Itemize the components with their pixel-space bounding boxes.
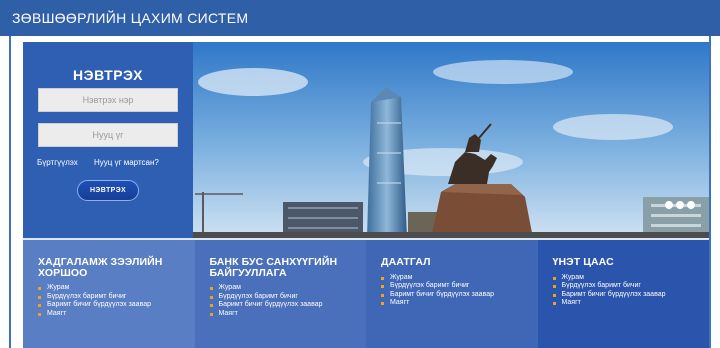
category-title: ДААТГАЛ	[381, 257, 538, 268]
list-item-label: Баримт бичиг бүрдүүлэх заавар	[47, 301, 151, 309]
square-bullet-icon	[38, 287, 41, 290]
list-item[interactable]: Журам	[381, 274, 538, 283]
slider-dot-icon[interactable]	[687, 201, 695, 209]
category-title-line: БАЙГУУЛЛАГА	[209, 266, 287, 279]
list-item-label: Журам	[561, 273, 584, 281]
hero-banner-image	[193, 42, 709, 238]
list-item[interactable]: Журам	[38, 284, 195, 293]
square-bullet-icon	[552, 276, 556, 280]
square-bullet-icon	[552, 285, 556, 289]
list-item-label: Журам	[218, 284, 241, 291]
category-insurance: ДААТГАЛ Журам Бүрдүүлэх баримт бичиг Бар…	[366, 240, 538, 348]
list-item[interactable]: Баримт бичиг бүрдүүлэх заавар	[209, 301, 367, 310]
list-item-label: Журам	[390, 273, 413, 281]
category-title: ХАДГАЛАМЖ ЗЭЭЛИЙН ХОРШОО	[38, 257, 195, 278]
list-item[interactable]: Маягт	[209, 309, 367, 319]
category-links: Журам Бүрдүүлэх баримт бичиг Баримт бичи…	[38, 284, 195, 318]
category-savings-credit-coop: ХАДГАЛАМЖ ЗЭЭЛИЙН ХОРШОО Журам Бүрдүүлэх…	[23, 240, 195, 348]
slider-dot-icon[interactable]	[665, 201, 673, 209]
list-item[interactable]: Бүрдүүлэх баримт бичиг	[381, 282, 538, 291]
list-item[interactable]: Баримт бичиг бүрдүүлэх заавар	[381, 291, 538, 300]
city-photo	[193, 42, 709, 238]
list-item[interactable]: Баримт бичиг бүрдүүлэх заавар	[552, 290, 710, 300]
list-item[interactable]: Бүрдүүлэх баримт бичиг	[38, 293, 195, 302]
list-item[interactable]: Журам	[209, 284, 367, 293]
category-title-line: ХОРШОО	[38, 266, 88, 279]
list-item[interactable]: Маягт	[38, 310, 195, 319]
category-title-line: БАНК БУС САНХҮҮГИЙН	[209, 256, 338, 268]
list-item[interactable]: Маягт	[552, 299, 710, 308]
list-item[interactable]: Баримт бичиг бүрдүүлэх заавар	[38, 301, 195, 310]
category-links: Журам Бүрдүүлэх баримт бичиг Баримт бичи…	[381, 274, 538, 308]
square-bullet-icon	[552, 302, 556, 306]
login-panel: НЭВТРЭХ Бүртгүүлэх Нууц үг мартсан? НЭВТ…	[23, 42, 193, 238]
list-item-label: Бүрдүүлэх баримт бичиг	[561, 282, 641, 290]
square-bullet-icon	[381, 276, 384, 280]
top-header-bar: ЗӨВШӨӨРЛИЙН ЦАХИМ СИСТЕМ	[0, 0, 720, 36]
list-item[interactable]: Маягт	[381, 299, 538, 308]
category-links: Журам Бүрдүүлэх баримт бичиг Баримт бичи…	[209, 284, 367, 319]
square-bullet-icon	[209, 312, 213, 316]
category-non-bank-financial: БАНК БУС САНХҮҮГИЙН БАЙГУУЛЛАГА Журам Бү…	[194, 240, 367, 348]
category-tiles: ХАДГАЛАМЖ ЗЭЭЛИЙН ХОРШОО Журам Бүрдүүлэх…	[23, 240, 709, 348]
square-bullet-icon	[381, 302, 384, 306]
square-bullet-icon	[209, 287, 213, 290]
square-bullet-icon	[381, 293, 384, 297]
list-item-label: Маягт	[390, 299, 410, 307]
square-bullet-icon	[209, 295, 213, 299]
list-item-label: Бүрдүүлэх баримт бичиг	[218, 292, 298, 300]
square-bullet-icon	[38, 295, 41, 299]
list-item[interactable]: Бүрдүүлэх баримт бичиг	[552, 282, 710, 291]
category-title: БАНК БУС САНХҮҮГИЙН БАЙГУУЛЛАГА	[210, 257, 367, 278]
list-item-label: Маягт	[218, 309, 238, 317]
list-item-label: Маягт	[561, 299, 581, 307]
square-bullet-icon	[38, 312, 41, 316]
category-securities: ҮНЭТ ЦААС Журам Бүрдүүлэх баримт бичиг Б…	[537, 240, 710, 348]
list-item[interactable]: Бүрдүүлэх баримт бичиг	[209, 292, 367, 302]
square-bullet-icon	[38, 304, 41, 308]
list-item-label: Баримт бичиг бүрдүүлэх заавар	[218, 301, 323, 309]
square-bullet-icon	[381, 285, 384, 289]
login-button[interactable]: НЭВТРЭХ	[77, 180, 139, 201]
square-bullet-icon	[209, 304, 213, 308]
list-item[interactable]: Журам	[552, 273, 710, 283]
register-link[interactable]: Бүртгүүлэх	[37, 158, 78, 167]
category-title-line: ХАДГАЛАМЖ ЗЭЭЛИЙН	[38, 256, 163, 268]
category-links: Журам Бүрдүүлэх баримт бичиг Баримт бичи…	[552, 273, 710, 308]
forgot-password-link[interactable]: Нууц үг мартсан?	[94, 158, 159, 167]
category-title-line: ҮНЭТ ЦААС	[552, 256, 614, 268]
category-title-line: ДААТГАЛ	[381, 256, 431, 268]
list-item-label: Журам	[47, 284, 70, 291]
list-item-label: Бүрдүүлэх баримт бичиг	[47, 292, 127, 300]
list-item-label: Баримт бичиг бүрдүүлэх заавар	[390, 290, 494, 298]
username-input[interactable]	[38, 88, 178, 112]
list-item-label: Баримт бичиг бүрдүүлэх заавар	[561, 290, 666, 298]
square-bullet-icon	[552, 293, 556, 297]
category-title: ҮНЭТ ЦААС	[553, 257, 710, 268]
list-item-label: Бүрдүүлэх баримт бичиг	[390, 282, 470, 290]
app-title: ЗӨВШӨӨРЛИЙН ЦАХИМ СИСТЕМ	[12, 10, 249, 26]
password-input[interactable]	[38, 123, 178, 147]
slider-dot-icon[interactable]	[676, 201, 684, 209]
list-item-label: Маягт	[47, 309, 67, 317]
login-title: НЭВТРЭХ	[73, 67, 143, 83]
